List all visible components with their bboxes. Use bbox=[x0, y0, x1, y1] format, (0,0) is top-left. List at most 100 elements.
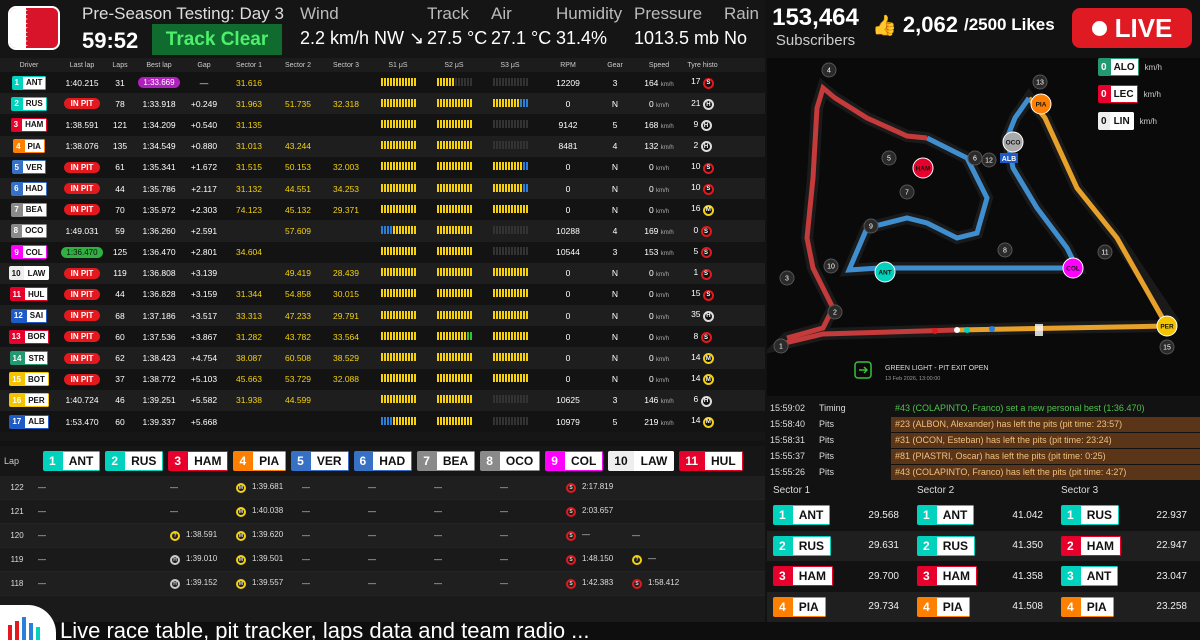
timing-row[interactable]: 11 HUL IN PIT 44 1:36.828 +3.159 31.344 54.858 3… bbox=[0, 283, 765, 306]
tyre-history: 1 S bbox=[686, 267, 719, 280]
driver-code: ALB bbox=[24, 414, 49, 429]
turn-marker: 11 bbox=[1097, 244, 1113, 260]
tyre-age: 10 bbox=[691, 182, 703, 193]
turn-marker: 4 bbox=[821, 62, 837, 78]
mini-sector-bars bbox=[492, 416, 528, 425]
driver-tag-alo: 0 ALO bbox=[1098, 58, 1139, 76]
lap-time: — bbox=[582, 530, 590, 539]
svg-text:PIA: PIA bbox=[1036, 102, 1047, 109]
legend-item-lec: 0 LEC km/h bbox=[1098, 83, 1200, 105]
tyre-history: 14 M bbox=[686, 373, 719, 386]
car-marker-per[interactable]: PER bbox=[1156, 315, 1178, 337]
gap: +2.801 bbox=[190, 247, 218, 258]
mini-sector-bars bbox=[380, 162, 416, 171]
driver-tag-ant: 1 ANT bbox=[917, 505, 975, 526]
session-title: Pre-Season Testing: Day 3 bbox=[82, 4, 284, 23]
car-marker-ham[interactable]: HAM bbox=[912, 157, 934, 179]
lap-row[interactable]: 120—? 1:38.591 M 1:39.620— — — — S — — bbox=[0, 524, 765, 548]
driver-cell: 1 ANT bbox=[0, 75, 58, 90]
column-header: Laps bbox=[112, 61, 128, 69]
tyre-history: 15 S bbox=[686, 288, 719, 301]
timing-row[interactable]: 4 PIA 1:38.076 135 1:34.549 +0.880 31.013 43.24… bbox=[0, 135, 765, 157]
car-marker-col[interactable]: COL bbox=[1062, 257, 1084, 279]
event-time: 15:55:26 bbox=[770, 467, 806, 477]
car-marker-ant[interactable]: ANT bbox=[874, 261, 896, 283]
column-header: Sector 3 bbox=[332, 61, 360, 69]
gap: +2.117 bbox=[191, 183, 217, 194]
tyre-compound-icon: S bbox=[702, 77, 714, 89]
timing-row[interactable]: 5 VER IN PIT 61 1:35.341 +1.672 31.515 50.153 32… bbox=[0, 156, 765, 178]
tyre-compound-icon: S bbox=[700, 247, 712, 259]
weather-value-wind: 2.2 km/h NW ↘ bbox=[300, 28, 425, 48]
last-lap: IN PIT bbox=[58, 161, 106, 173]
subscriber-number: 153,464 bbox=[772, 4, 859, 31]
speed-unit: km/h bbox=[656, 314, 670, 321]
driver-position: 2 bbox=[1061, 535, 1080, 556]
timing-row[interactable]: 1 ANT 1:40.215 31 1:33.669 — 31.616 12209 3 164 k… bbox=[0, 72, 765, 94]
timing-row[interactable]: 6 HAD IN PIT 44 1:35.786 +2.117 31.132 44.551 34… bbox=[0, 177, 765, 200]
lap-history-grid[interactable]: 122 — — M 1:39.681 — — — — S 2:17.819 121 — — M 1:40.03… bbox=[0, 476, 765, 640]
mini-sectors-2 bbox=[426, 98, 482, 109]
driver-code: VER bbox=[22, 160, 47, 175]
mini-sectors-1 bbox=[370, 395, 426, 405]
mini-sectors-3 bbox=[482, 353, 538, 363]
weather-value-humidity: 31.4% bbox=[556, 28, 608, 48]
driver-code: HAM bbox=[935, 566, 978, 587]
mini-sector-bars bbox=[380, 353, 416, 362]
tyre-age: 9 bbox=[693, 118, 701, 129]
timing-table-header: Driver Last lap Laps Best lap Gap Sector 1 Sec… bbox=[0, 58, 765, 72]
lap-column-label: Lap bbox=[4, 456, 20, 466]
timing-row[interactable]: 15 BOT IN PIT 37 1:38.772 +5.103 45.663 53.729 3… bbox=[0, 368, 765, 390]
timing-row[interactable]: 16 PER 1:40.724 46 1:39.251 +5.582 31.938 44.59… bbox=[0, 389, 765, 411]
driver-position: 4 bbox=[917, 596, 936, 617]
timing-row[interactable]: 13 BOR IN PIT 60 1:37.536 +3.867 31.282 43.782 3… bbox=[0, 326, 765, 348]
driver-code: VER bbox=[309, 451, 349, 471]
timing-row[interactable]: 7 BEA IN PIT 70 1:35.972 +2.303 74.123 45.132 29… bbox=[0, 199, 765, 221]
speed-value: 0 bbox=[648, 268, 657, 279]
driver-tag-rus: 1 RUS bbox=[1061, 505, 1120, 526]
lap-time: 1:40.038 bbox=[252, 506, 284, 515]
speed-unit: km/h bbox=[656, 166, 670, 173]
timing-row[interactable]: 17 ALB 1:53.470 60 1:39.337 +5.668 10979 5 219 k… bbox=[0, 411, 765, 433]
sector-header: Sector 2 bbox=[917, 484, 955, 496]
mini-sectors-2 bbox=[426, 77, 482, 88]
lap-header-had: 6 HAD bbox=[353, 451, 413, 471]
sector-cell: 4 PIA 41.508 bbox=[911, 596, 1055, 617]
timing-row[interactable]: 12 SAI IN PIT 68 1:37.186 +3.517 33.313 47.233 2… bbox=[0, 305, 765, 327]
driver-tag-lin: 0 LIN bbox=[1098, 112, 1134, 130]
timing-row[interactable]: 8 OCO 1:49.031 59 1:36.260 +2.591 57.609 10288 4… bbox=[0, 220, 765, 242]
turn-marker: 10 bbox=[823, 258, 839, 274]
timing-row[interactable]: 2 RUS IN PIT 78 1:33.918 +0.249 31.963 51.735 32… bbox=[0, 93, 765, 115]
subscriber-label: Subscribers bbox=[775, 32, 856, 49]
speed: 153 km/h bbox=[632, 247, 686, 257]
best-lap: 1:33.918 bbox=[142, 98, 176, 109]
driver-tag-oco: 8 OCO bbox=[10, 223, 48, 238]
driver-code: RUS bbox=[935, 535, 976, 556]
fastest-lap: 1:33.669 bbox=[138, 77, 180, 89]
lap-row[interactable]: 121 — — M 1:40.038 — — — — S 2:03.657 bbox=[0, 500, 765, 524]
gear: 3 bbox=[612, 77, 618, 88]
timing-row[interactable]: 14 STR IN PIT 62 1:38.423 +4.754 38.087 60.508 3… bbox=[0, 347, 765, 369]
driver-code: ALO bbox=[1109, 58, 1139, 76]
tyre-history: 10 S bbox=[686, 182, 719, 195]
sector-3: 33.564 bbox=[333, 331, 359, 342]
timing-row[interactable]: 9 COL 1:36.470 125 1:36.470 +2.801 34.604 10544… bbox=[0, 241, 765, 263]
timing-row[interactable]: 3 HAM 1:38.591 121 1:34.209 +0.540 31.135 9142 5… bbox=[0, 114, 765, 136]
car-marker-alb[interactable]: ALB bbox=[1000, 153, 1018, 163]
mini-sector-bars bbox=[492, 204, 528, 213]
car-marker-oco[interactable]: OCO bbox=[1002, 131, 1024, 153]
mini-sector-bars bbox=[436, 98, 472, 107]
timing-row[interactable]: 10 LAW IN PIT 119 1:36.808 +3.139 49.419 28.439… bbox=[0, 262, 765, 284]
lap-time-cell: — bbox=[170, 483, 178, 492]
speed-unit: km/h bbox=[660, 145, 674, 152]
driver-position: 12 bbox=[10, 308, 26, 323]
lap-time: 1:39.681 bbox=[252, 482, 284, 491]
speed-value: 0 bbox=[648, 98, 657, 109]
lap-row[interactable]: 122 — — M 1:39.681 — — — — S 2:17.819 bbox=[0, 476, 765, 500]
car-marker-pia[interactable]: PIA bbox=[1030, 93, 1052, 115]
driver-code: BEA bbox=[435, 451, 476, 471]
lap-row[interactable]: 118 — H 1:39.152 M 1:39.557 — — — — S 1:42.383 S 1:58… bbox=[0, 572, 765, 596]
lap-time-cell: — bbox=[302, 483, 310, 492]
tyre-history: 0 S bbox=[686, 225, 719, 238]
lap-row[interactable]: 119— H 1:39.010 M 1:39.501— — — — S 1:48.150? — bbox=[0, 548, 765, 572]
